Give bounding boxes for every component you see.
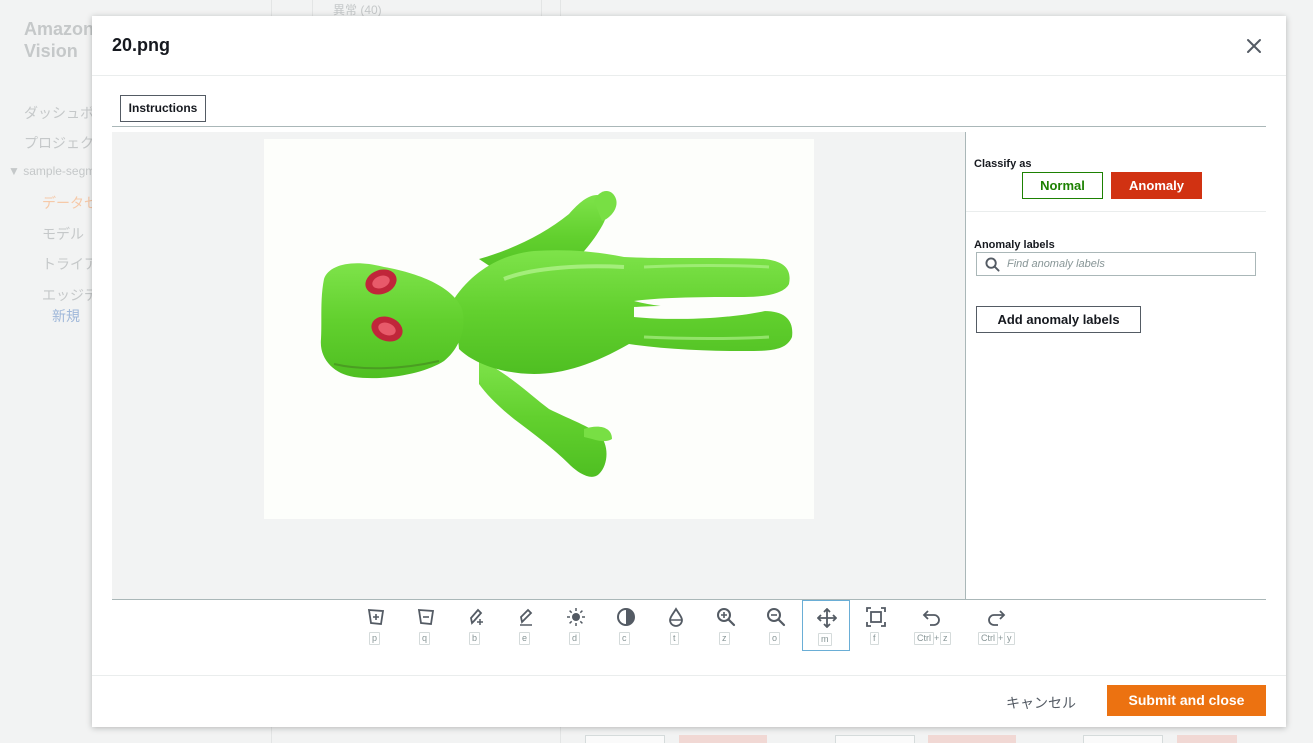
undo-icon: [922, 610, 940, 626]
brush-add-icon: [470, 608, 483, 625]
alien-figure-image: [264, 139, 814, 519]
contrast-icon: [617, 608, 635, 626]
anomaly-labels-heading: Anomaly labels: [974, 239, 1055, 251]
polygon-add-icon: [367, 609, 385, 625]
brightness-icon: [567, 608, 585, 626]
label-side-panel: Classify as Normal Anomaly Anomaly label…: [966, 132, 1266, 599]
tool-redo[interactable]: Ctrl + y: [966, 600, 1028, 651]
tool-undo[interactable]: Ctrl + z: [902, 600, 964, 651]
modal-title: 20.png: [112, 35, 171, 55]
eraser-icon: [520, 608, 533, 626]
tool-fit[interactable]: f: [852, 600, 900, 651]
tool-brightness[interactable]: d: [552, 600, 600, 651]
instructions-button[interactable]: Instructions: [120, 95, 206, 122]
tool-zoom-out[interactable]: o: [752, 600, 800, 651]
image-canvas[interactable]: [112, 132, 965, 599]
fit-screen-icon: [866, 607, 886, 627]
nav-models: モデル: [42, 226, 84, 242]
modal-header: 20.png: [92, 16, 1286, 76]
sample-image: [264, 139, 814, 519]
anomaly-button[interactable]: Anomaly: [1111, 172, 1202, 199]
cancel-button[interactable]: キャンセル: [1006, 693, 1076, 713]
tool-brush[interactable]: b: [452, 600, 500, 651]
tool-contrast[interactable]: c: [602, 600, 650, 651]
labeling-modal: 20.png Instructions Classify as Normal A…: [92, 16, 1286, 727]
tool-eraser[interactable]: e: [502, 600, 550, 651]
zoom-in-icon: [717, 608, 736, 627]
tool-polygon-subtract[interactable]: q: [402, 600, 450, 651]
add-anomaly-labels-button[interactable]: Add anomaly labels: [976, 306, 1141, 333]
tool-transparency[interactable]: t: [652, 600, 700, 651]
transparency-icon: [669, 607, 683, 627]
redo-icon: [988, 610, 1006, 626]
polygon-subtract-icon: [417, 609, 435, 625]
close-button[interactable]: [1242, 34, 1266, 58]
tool-move[interactable]: m: [802, 600, 850, 651]
search-icon: [985, 257, 1000, 272]
search-input[interactable]: [1007, 255, 1247, 273]
normal-button[interactable]: Normal: [1022, 172, 1103, 199]
tool-zoom-in[interactable]: z: [702, 600, 750, 651]
anomaly-label-search[interactable]: [976, 252, 1256, 276]
zoom-out-icon: [767, 608, 786, 627]
classify-heading: Classify as: [974, 158, 1032, 170]
move-icon: [817, 608, 837, 628]
close-icon: [1247, 39, 1261, 53]
nav-new: 新規: [52, 308, 80, 324]
submit-and-close-button[interactable]: Submit and close: [1107, 685, 1266, 716]
tool-polygon-add[interactable]: p: [352, 600, 400, 651]
